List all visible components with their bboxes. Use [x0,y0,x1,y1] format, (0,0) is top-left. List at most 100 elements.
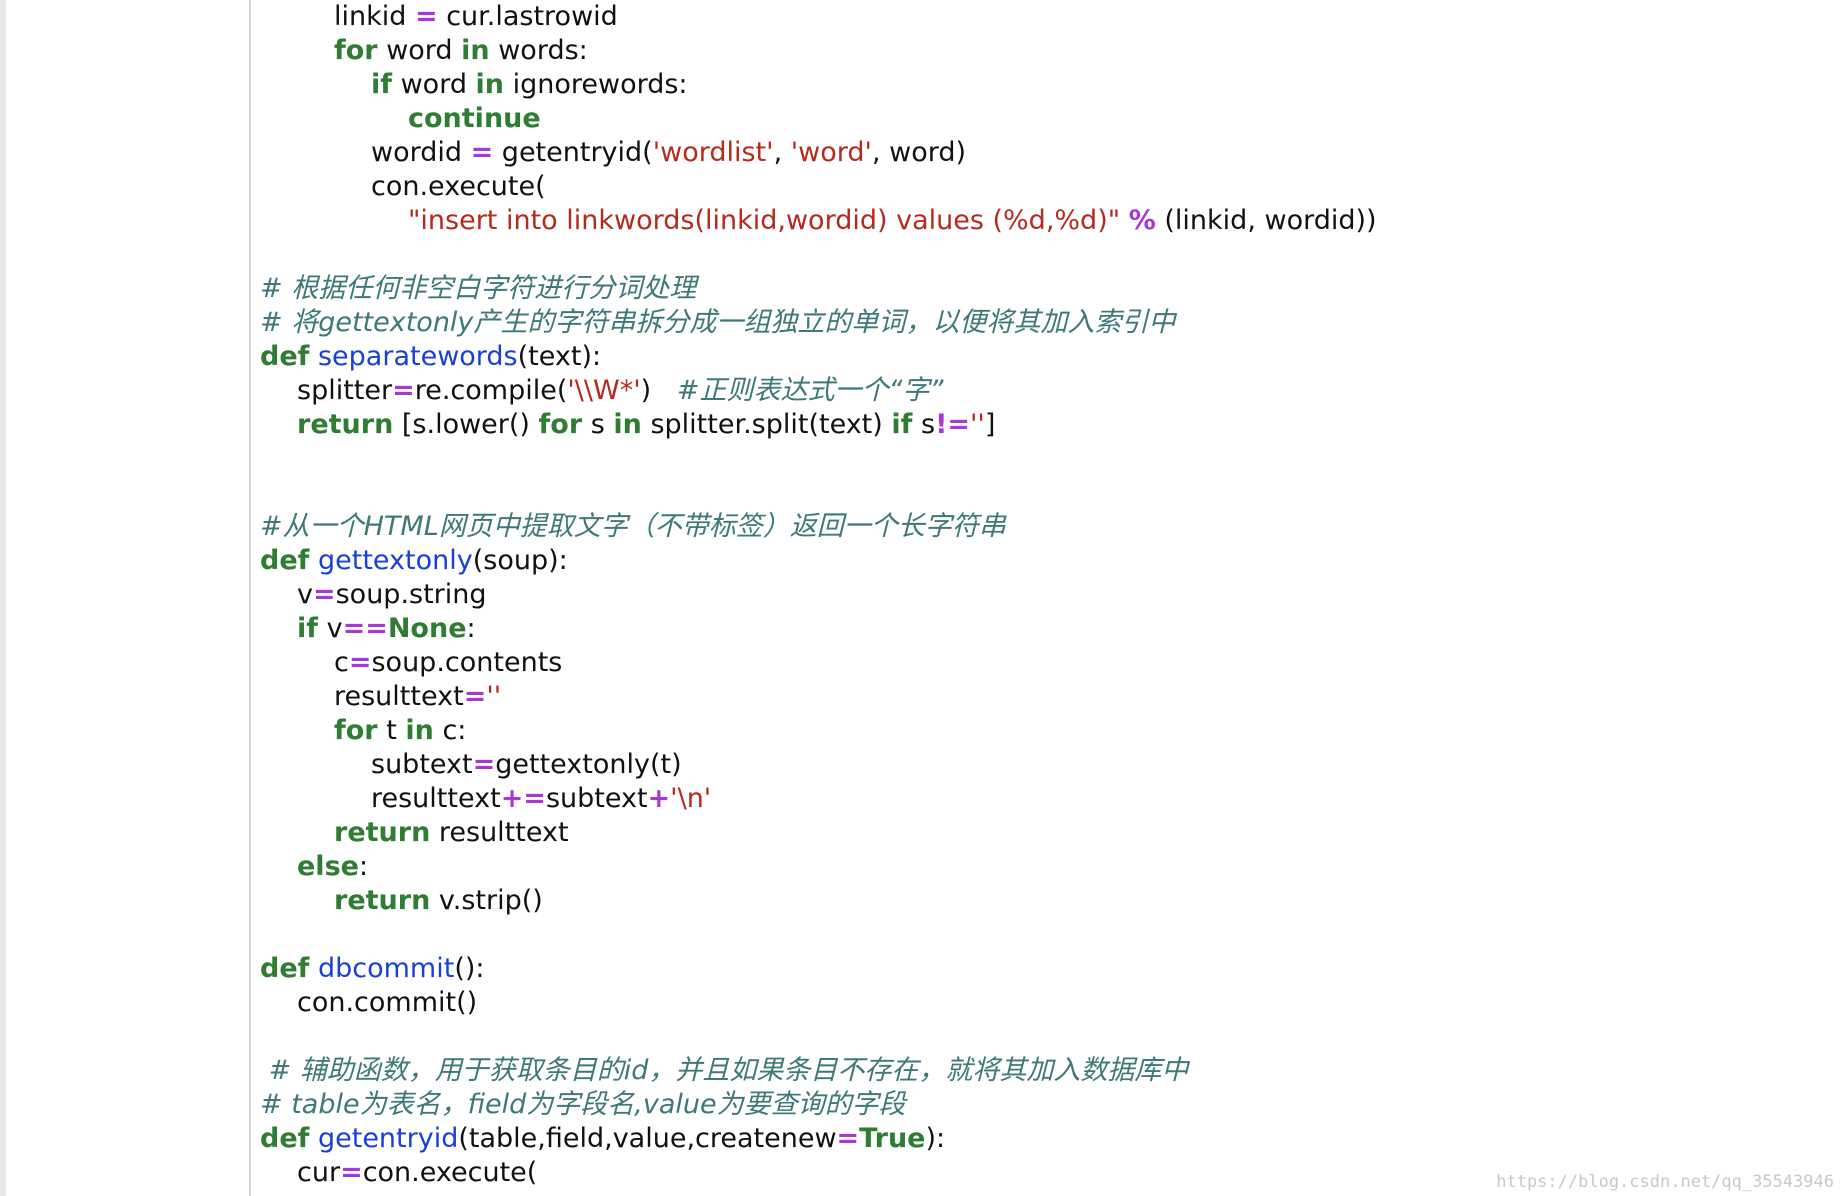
string-token: 'word' [790,137,872,168]
code-token: v.strip() [430,885,543,916]
code-line[interactable]: for word in words: [260,34,1820,68]
keyword-token: None [387,613,467,644]
code-line[interactable]: resulttext+=subtext+'\n' [260,782,1820,816]
operator-token: += [500,783,546,814]
code-line[interactable]: # 辅助函数，用于获取条目的id，并且如果条目不存在，就将其加入数据库中 [260,1054,1820,1088]
code-line[interactable]: c=soup.contents [260,646,1820,680]
comment-token: # 根据任何非空白字符进行分词处理 [260,273,697,304]
code-line[interactable]: # 将gettextonly产生的字符串拆分成一组独立的单词，以便将其加入索引中 [260,306,1820,340]
code-token: ) [640,375,677,406]
code-token: : [358,851,369,882]
keyword-token: else [297,851,359,882]
watermark: https://blog.csdn.net/qq_35543946 [1496,1172,1834,1192]
code-line[interactable]: def dbcommit(): [260,952,1820,986]
keyword-token: def [260,545,310,576]
code-line[interactable]: for t in c: [260,714,1820,748]
keyword-token: if [371,69,393,100]
comment-token: # 将gettextonly产生的字符串拆分成一组独立的单词，以便将其加入索引中 [260,307,1176,338]
code-token: con.execute( [371,171,546,202]
code-token: v [318,613,343,644]
code-token: [s.lower() [393,409,539,440]
keyword-token: in [613,409,642,440]
keyword-token: if [891,409,913,440]
code-token: ignorewords: [504,69,688,100]
code-line[interactable]: def getentryid(table,field,value,createn… [260,1122,1820,1156]
code-token: con.commit() [297,987,478,1018]
code-token: soup.string [335,579,487,610]
code-token: (soup): [472,545,568,576]
code-line[interactable] [260,1020,1820,1054]
operator-token: = [463,681,487,712]
code-line[interactable]: resulttext='' [260,680,1820,714]
code-line[interactable]: # table为表名，field为字段名,value为要查询的字段 [260,1088,1820,1122]
code-line[interactable]: if v==None: [260,612,1820,646]
comment-token: #从一个HTML网页中提取文字（不带标签）返回一个长字符串 [260,511,1006,542]
code-line[interactable]: splitter=re.compile('\\W*') #正则表达式一个“字” [260,374,1820,408]
code-line[interactable] [260,442,1820,476]
code-line[interactable]: linkid = cur.lastrowid [260,0,1820,34]
keyword-token: return [334,817,431,848]
code-token: ] [984,409,996,440]
operator-token: = [312,579,336,610]
code-token: wordid [371,137,471,168]
code-token: gettextonly(t) [495,749,682,780]
code-editor[interactable]: linkid = cur.lastrowid for word in words:… [260,0,1820,1190]
code-line[interactable]: return [s.lower() for s in splitter.spli… [260,408,1820,442]
code-line[interactable]: # 根据任何非空白字符进行分词处理 [260,272,1820,306]
code-token: , [773,137,791,168]
code-line[interactable]: continue [260,102,1820,136]
operator-token: == [342,613,388,644]
operator-token: = [472,749,496,780]
code-token: c: [433,715,467,746]
code-line[interactable]: if word in ignorewords: [260,68,1820,102]
operator-token: = [414,1,438,32]
keyword-token: for [334,715,378,746]
operator-token: + [647,783,671,814]
code-token: subtext [371,749,473,780]
keyword-token: continue [408,103,541,134]
function-name-token: gettextonly [317,545,473,576]
code-line[interactable]: return v.strip() [260,884,1820,918]
keyword-token: if [297,613,319,644]
code-line[interactable]: con.execute( [260,170,1820,204]
string-token: '' [486,681,502,712]
operator-token: = [836,1123,860,1154]
code-token: (): [454,953,485,984]
keyword-token: return [297,409,394,440]
function-name-token: getentryid [317,1123,459,1154]
code-line[interactable]: subtext=gettextonly(t) [260,748,1820,782]
code-token: linkid [334,1,415,32]
code-line[interactable]: "insert into linkwords(linkid,wordid) va… [260,204,1820,238]
keyword-token: in [461,35,490,66]
code-token: (table,field,value,createnew [458,1123,837,1154]
string-token: '\n' [670,783,712,814]
code-line[interactable]: con.commit() [260,986,1820,1020]
code-line[interactable]: v=soup.string [260,578,1820,612]
code-line[interactable]: return resulttext [260,816,1820,850]
code-token: ): [925,1123,946,1154]
string-token: '' [970,409,985,440]
code-line[interactable] [260,238,1820,272]
keyword-token: return [334,885,431,916]
code-line[interactable]: def separatewords(text): [260,340,1820,374]
code-token: word [392,69,476,100]
code-line[interactable]: else: [260,850,1820,884]
comment-token: #正则表达式一个“字” [676,375,944,406]
code-line[interactable]: def gettextonly(soup): [260,544,1820,578]
code-token: re.compile( [414,375,568,406]
code-line[interactable] [260,476,1820,510]
code-token: (linkid, wordid)) [1155,205,1377,236]
operator-token: = [348,647,372,678]
keyword-token: in [405,715,434,746]
code-line[interactable]: #从一个HTML网页中提取文字（不带标签）返回一个长字符串 [260,510,1820,544]
operator-token: = [470,137,494,168]
notebook-window: linkid = cur.lastrowid for word in words:… [0,0,1842,1196]
code-token: resulttext [371,783,501,814]
code-token: con.execute( [362,1157,538,1188]
code-line[interactable] [260,918,1820,952]
code-line[interactable]: wordid = getentryid('wordlist', 'word', … [260,136,1820,170]
code-token: splitter [297,375,393,406]
